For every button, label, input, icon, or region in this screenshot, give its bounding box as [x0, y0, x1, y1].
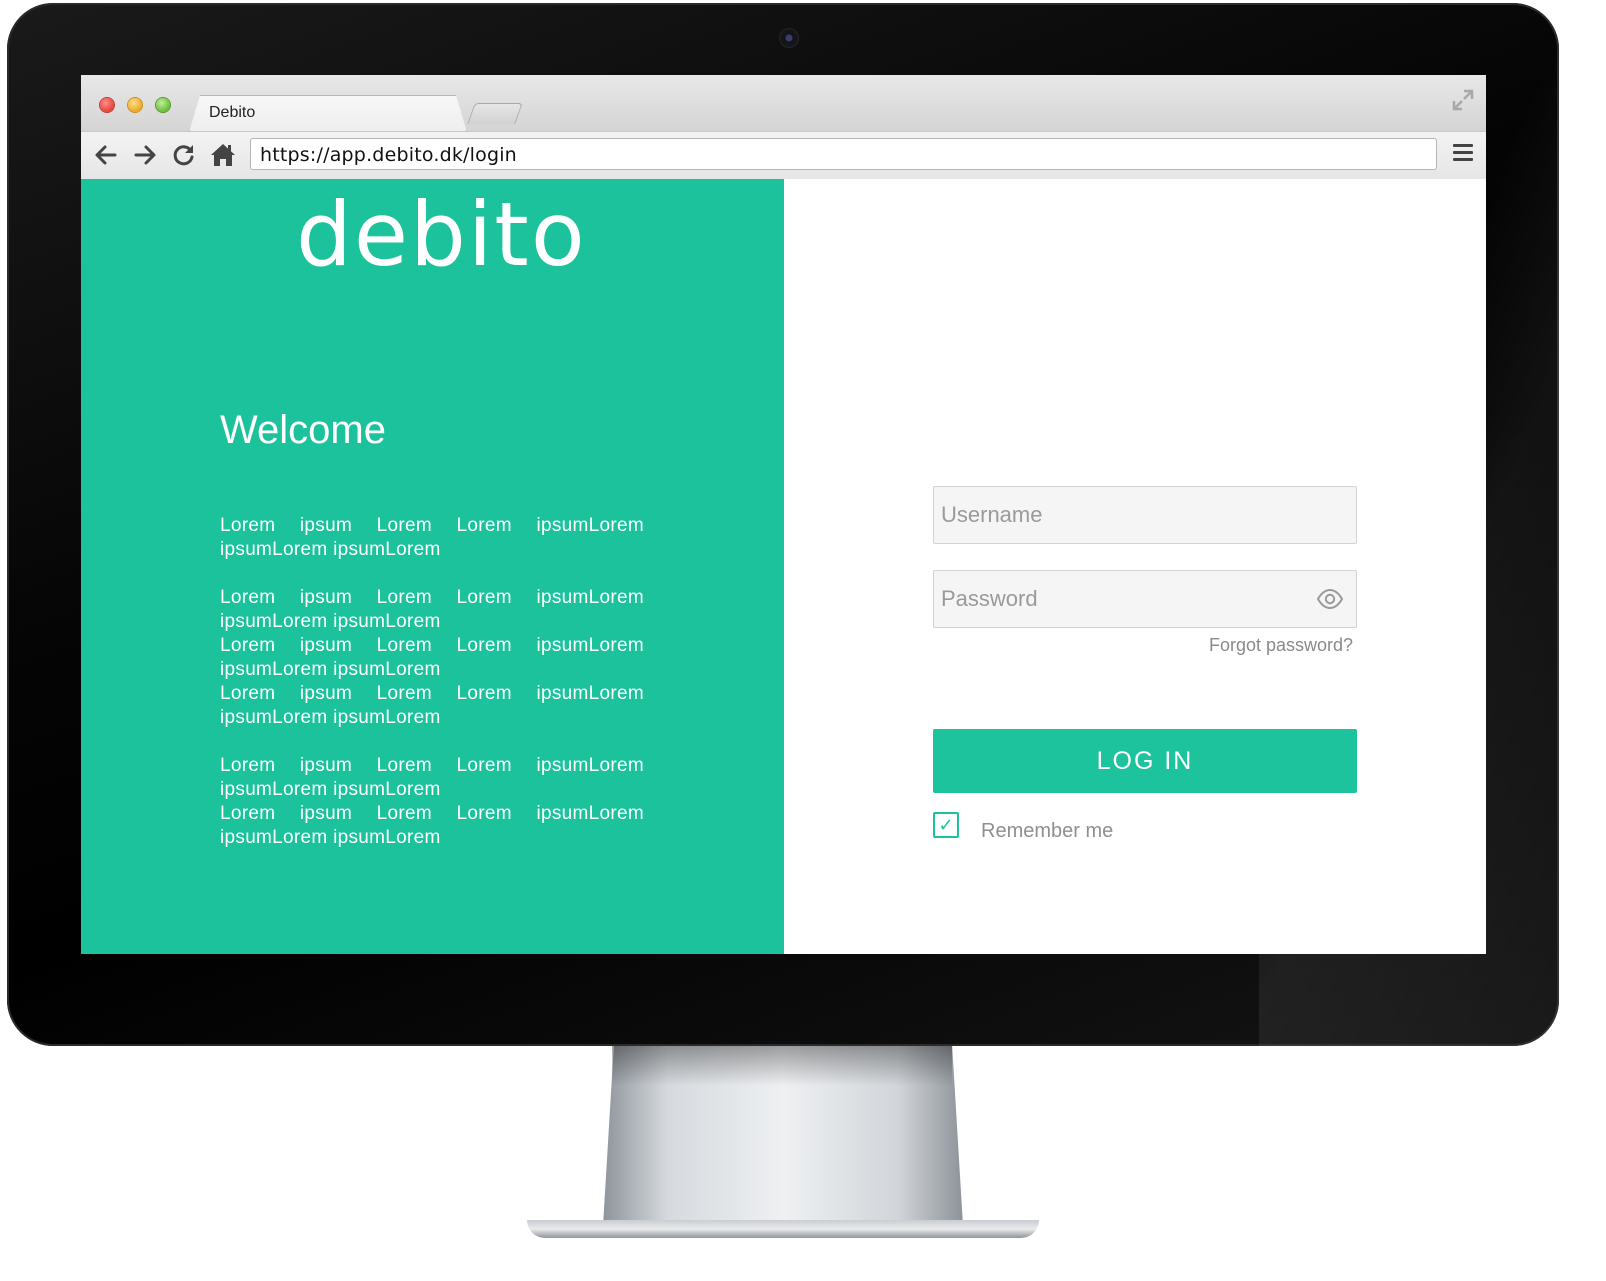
password-field[interactable]	[933, 570, 1357, 628]
paragraph: Lorem ipsum Lorem Lorem ipsumLorem ipsum…	[220, 515, 644, 560]
browser-chrome: Debito https://app.debito.dk/login	[81, 75, 1486, 179]
hamburger-menu-icon[interactable]	[1453, 144, 1473, 166]
login-page: debito Welcome Lorem ipsum Lorem Lorem i…	[81, 179, 1486, 954]
new-tab-button[interactable]	[467, 103, 523, 124]
reload-button[interactable]	[171, 142, 197, 168]
remember-me-label[interactable]: Remember me	[981, 820, 1113, 843]
username-input[interactable]	[934, 487, 1301, 543]
paragraph: Lorem ipsum Lorem Lorem ipsumLorem ipsum…	[220, 803, 644, 848]
paragraph: Lorem ipsum Lorem Lorem ipsumLorem ipsum…	[220, 755, 644, 800]
reload-icon	[173, 145, 194, 166]
monitor-stand-shadow	[612, 1046, 952, 1086]
close-window-button[interactable]	[100, 98, 114, 112]
home-button[interactable]	[210, 142, 236, 168]
monitor-stand-base	[527, 1220, 1039, 1238]
tab-title: Debito	[209, 104, 256, 121]
paragraph: Lorem ipsum Lorem Lorem ipsumLorem ipsum…	[220, 683, 644, 728]
back-button[interactable]	[93, 142, 119, 168]
debito-logo: debito	[296, 183, 587, 286]
arrow-right-icon	[134, 145, 156, 165]
address-bar[interactable]: https://app.debito.dk/login	[250, 138, 1437, 170]
welcome-heading: Welcome	[220, 408, 386, 452]
welcome-text: Lorem ipsum Lorem Lorem ipsumLorem ipsum…	[220, 514, 644, 850]
webcam	[780, 29, 798, 47]
expand-icon[interactable]	[1452, 89, 1474, 111]
remember-me-checkbox[interactable]: ✓	[933, 812, 959, 838]
eye-icon[interactable]	[1316, 588, 1344, 610]
checkmark-icon: ✓	[938, 814, 954, 836]
login-button[interactable]: LOG IN	[933, 729, 1357, 793]
minimize-window-button[interactable]	[128, 98, 142, 112]
forward-button[interactable]	[132, 142, 158, 168]
url-text: https://app.debito.dk/login	[260, 144, 517, 166]
home-icon	[211, 144, 235, 166]
browser-window: Debito https://app.debito.dk/login debit…	[81, 75, 1486, 954]
password-input[interactable]	[934, 571, 1301, 627]
username-field[interactable]	[933, 486, 1357, 544]
paragraph: Lorem ipsum Lorem Lorem ipsumLorem ipsum…	[220, 635, 644, 680]
login-form-panel: Forgot password? LOG IN ✓ Remember me	[784, 179, 1486, 954]
browser-toolbar: https://app.debito.dk/login	[81, 131, 1486, 179]
zoom-window-button[interactable]	[156, 98, 170, 112]
arrow-left-icon	[95, 145, 117, 165]
welcome-panel: debito Welcome Lorem ipsum Lorem Lorem i…	[81, 179, 784, 954]
paragraph: Lorem ipsum Lorem Lorem ipsumLorem ipsum…	[220, 587, 644, 632]
forgot-password-link[interactable]: Forgot password?	[1209, 635, 1353, 656]
